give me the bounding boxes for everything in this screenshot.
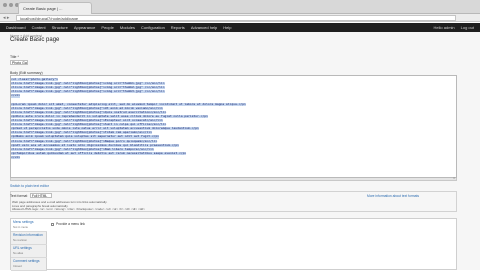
toolbar-item[interactable]: Reports bbox=[171, 23, 185, 32]
toolbar-item[interactable]: Help bbox=[223, 23, 231, 32]
vertical-tab-menu-settings[interactable]: Menu settings Not in menu bbox=[11, 219, 47, 232]
code-line: </ul> bbox=[11, 93, 21, 98]
admin-toolbar: Dashboard Content Structure Appearance Peopl… bbox=[0, 23, 480, 32]
vertical-tab-title: Comment settings bbox=[13, 259, 40, 263]
title-input[interactable]: Photo Gal bbox=[10, 60, 28, 65]
code-line: <li><a href="image-link.jpg" rel="lightb… bbox=[11, 89, 165, 94]
page-title: Create Basic page bbox=[10, 37, 60, 43]
vertical-tab-title: Revision information bbox=[13, 233, 43, 237]
vertical-tab-summary: No revision bbox=[13, 238, 27, 242]
code-line: <p>Temporibus autem quibusdam et aut off… bbox=[11, 150, 187, 155]
vertical-tab-summary: No alias bbox=[13, 251, 24, 255]
text-format-select[interactable]: Full HTML bbox=[30, 193, 52, 198]
browser-tab[interactable]: Create Basic page | ... bbox=[18, 2, 92, 14]
toolbar-item[interactable]: Dashboard bbox=[6, 23, 26, 32]
toolbar-item[interactable]: Content bbox=[32, 23, 46, 32]
text-format-label: Text format bbox=[10, 194, 28, 198]
toolbar-item[interactable]: Appearance bbox=[74, 23, 96, 32]
vertical-tab-url-settings[interactable]: URL settings No alias bbox=[11, 245, 47, 258]
minimize-window-icon[interactable] bbox=[9, 3, 13, 7]
vertical-tab-summary: Closed bbox=[13, 264, 22, 268]
toolbar-item[interactable]: Modules bbox=[120, 23, 135, 32]
toolbar-item[interactable]: Configuration bbox=[141, 23, 165, 32]
vertical-tab-title: Menu settings bbox=[13, 220, 34, 224]
toolbar-user-item[interactable]: Hello admin bbox=[434, 23, 455, 32]
code-line: </ul> bbox=[11, 154, 21, 160]
address-bar-row: ◂ ▸ localhost/drupal7/node/add/page bbox=[0, 14, 480, 22]
address-bar[interactable]: localhost/drupal7/node/add/page bbox=[16, 15, 456, 21]
browser-tab-bar: Create Basic page | ... bbox=[0, 0, 480, 14]
back-forward-icon[interactable]: ◂ ▸ bbox=[3, 15, 9, 21]
close-window-icon[interactable] bbox=[3, 3, 7, 7]
vertical-tab-title: URL settings bbox=[13, 246, 32, 250]
switch-editor-link[interactable]: Switch to plain text editor bbox=[10, 184, 49, 188]
menu-link-checkbox[interactable] bbox=[51, 223, 54, 226]
toolbar-item[interactable]: Advanced help bbox=[191, 23, 217, 32]
toolbar-item[interactable]: People bbox=[101, 23, 113, 32]
title-label: Title * bbox=[10, 55, 19, 59]
vertical-tab-summary: Not in menu bbox=[13, 225, 29, 229]
body-editor[interactable]: <ul class="photo-gallery"> <li><a href="… bbox=[10, 75, 457, 178]
format-tip: Allowed HTML tags: <a> <em> <strong> <ci… bbox=[12, 207, 145, 211]
page-content: Home » Add content Create Basic page Tit… bbox=[0, 32, 480, 271]
resize-grip-icon[interactable]: ≡ bbox=[453, 177, 455, 180]
vertical-tab-revision[interactable]: Revision information No revision bbox=[11, 232, 47, 245]
toolbar-user-menu: Hello admin Log out bbox=[434, 23, 474, 32]
vertical-tabs: Menu settings Not in menu Revision infor… bbox=[10, 218, 457, 271]
editor-resize-handle[interactable]: ≡ bbox=[10, 177, 457, 181]
text-format-help-link[interactable]: More information about text formats bbox=[367, 194, 419, 198]
toolbar-user-item[interactable]: Log out bbox=[461, 23, 474, 32]
toolbar-menu: Dashboard Content Structure Appearance Peopl… bbox=[6, 23, 232, 32]
vertical-tab-comment-settings[interactable]: Comment settings Closed bbox=[11, 258, 47, 271]
menu-link-checkbox-label: Provide a menu link bbox=[56, 222, 85, 226]
toolbar-item[interactable]: Structure bbox=[52, 23, 68, 32]
window-controls[interactable] bbox=[3, 3, 19, 7]
vertical-tab-list: Menu settings Not in menu Revision infor… bbox=[11, 219, 47, 271]
